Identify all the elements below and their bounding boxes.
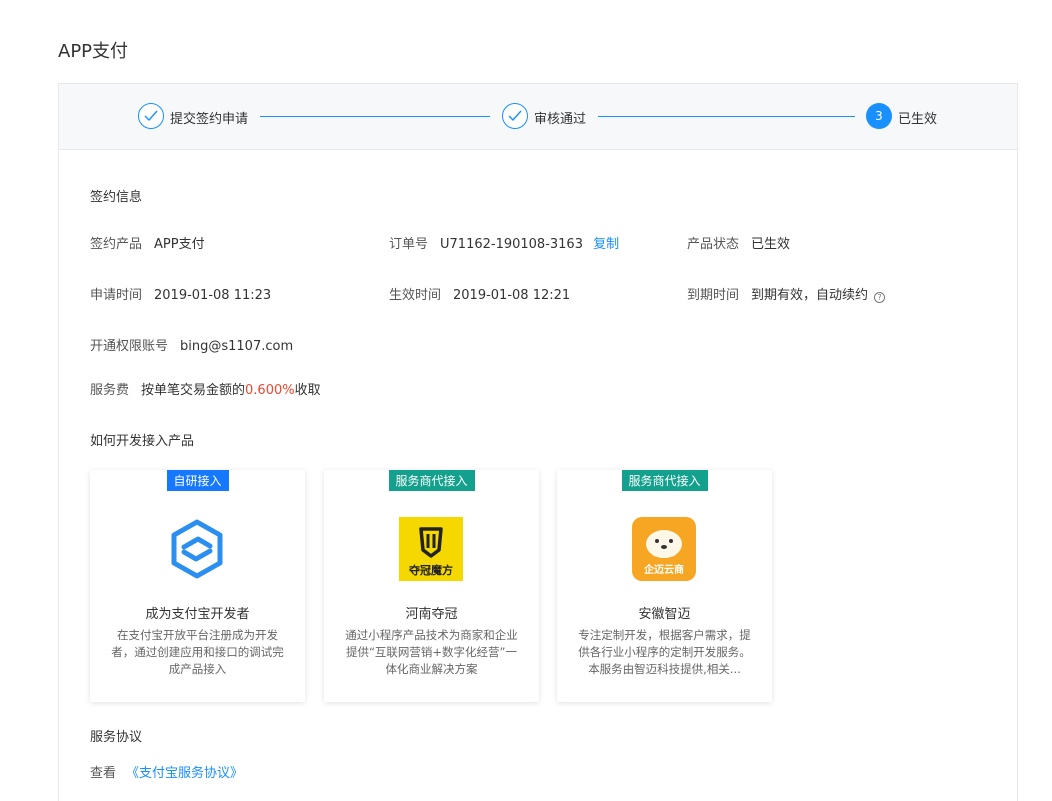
card-tag: 自研接入 — [166, 470, 229, 491]
fee-suffix: 收取 — [294, 383, 321, 398]
effective-time-field: 生效时间 2019-01-08 12:21 — [389, 284, 570, 303]
card-description: 通过小程序产品技术为商家和企业提供“互联网营销+数字化经营”一体化商业解决方案 — [345, 628, 518, 676]
progress-steps: 提交签约申请 审核通过 3 已生效 — [59, 84, 1017, 150]
step-connector — [260, 116, 490, 117]
card-description: 在支付宝开放平台注册成为开发者，通过创建应用和接口的调试完成产品接入 — [111, 628, 284, 676]
fee-field: 服务费 按单笔交易金额的0.600%收取 — [90, 379, 321, 398]
fee-prefix: 按单笔交易金额的 — [141, 383, 246, 398]
order-field: 订单号 U71162-190108-3163 复制 — [389, 233, 619, 252]
logo-text: 企迈云商 — [644, 565, 684, 576]
integration-card-henan[interactable]: 服务商代接入 夺冠魔方 河南夺冠 通过小程序产品技术为商家和企业提供“互联网营销… — [324, 470, 539, 702]
step-approved-label: 审核通过 — [534, 112, 587, 127]
effective-time-label: 生效时间 — [389, 288, 442, 303]
order-value: U71162-190108-3163 — [440, 237, 583, 252]
card-name: 河南夺冠 — [405, 607, 458, 622]
copy-link[interactable]: 复制 — [593, 237, 619, 252]
question-circle-icon[interactable]: ? — [874, 292, 886, 303]
protocol-title: 服务协议 — [90, 730, 143, 745]
step-submit-label: 提交签约申请 — [170, 112, 249, 127]
alipay-agreement-link[interactable]: 《支付宝服务协议》 — [126, 766, 243, 781]
account-value: bing@s1107.com — [180, 339, 294, 354]
fee-rate: 0.600% — [245, 383, 295, 398]
step-number-badge: 3 — [866, 103, 892, 129]
page-title: APP支付 — [58, 41, 129, 62]
card-tag: 服务商代接入 — [388, 470, 475, 491]
card-name: 成为支付宝开发者 — [145, 607, 250, 622]
card-description: 专注定制开发，根据客户需求，提供各行业小程序的定制开发服务。本服务由智迈科技提供… — [578, 628, 751, 676]
apply-time-label: 申请时间 — [90, 288, 143, 303]
check-icon — [502, 103, 528, 129]
card-name: 安徽智迈 — [638, 607, 691, 622]
alipay-developer-icon — [165, 517, 229, 581]
step-effective-label: 已生效 — [898, 112, 938, 127]
product-field: 签约产品 APP支付 — [90, 233, 205, 252]
duoguan-logo: 夺冠魔方 — [399, 517, 463, 581]
apply-time-field: 申请时间 2019-01-08 11:23 — [90, 284, 271, 303]
card-tag: 服务商代接入 — [621, 470, 708, 491]
view-label: 查看 — [90, 766, 117, 781]
expire-label: 到期时间 — [687, 288, 740, 303]
apply-time-value: 2019-01-08 11:23 — [154, 288, 272, 303]
step-connector — [598, 116, 855, 117]
status-label: 产品状态 — [687, 237, 740, 252]
zhimai-logo: 企迈云商 — [632, 517, 696, 581]
product-value: APP支付 — [154, 237, 205, 252]
status-field: 产品状态 已生效 — [687, 233, 790, 252]
protocol-row: 查看 《支付宝服务协议》 — [90, 762, 243, 781]
account-label: 开通权限账号 — [90, 339, 169, 354]
fee-label: 服务费 — [90, 383, 130, 398]
expire-field: 到期时间 到期有效，自动续约? — [687, 284, 886, 303]
order-label: 订单号 — [389, 237, 429, 252]
status-value: 已生效 — [751, 237, 791, 252]
logo-text: 夺冠魔方 — [409, 564, 453, 577]
check-icon — [138, 103, 164, 129]
effective-time-value: 2019-01-08 12:21 — [453, 288, 571, 303]
expire-value: 到期有效，自动续约 — [751, 288, 869, 303]
product-label: 签约产品 — [90, 237, 143, 252]
account-field: 开通权限账号 bing@s1107.com — [90, 335, 293, 354]
contract-info-title: 签约信息 — [90, 190, 143, 205]
integration-card-anhui[interactable]: 服务商代接入 企迈云商 安徽智迈 专注定制开发，根据客户需求，提供各行业小程序的… — [557, 470, 772, 702]
integration-card-self[interactable]: 自研接入 成为支付宝开发者 在支付宝开放平台注册成为开发者，通过创建应用和接口的… — [90, 470, 305, 702]
integration-title: 如何开发接入产品 — [90, 434, 195, 449]
